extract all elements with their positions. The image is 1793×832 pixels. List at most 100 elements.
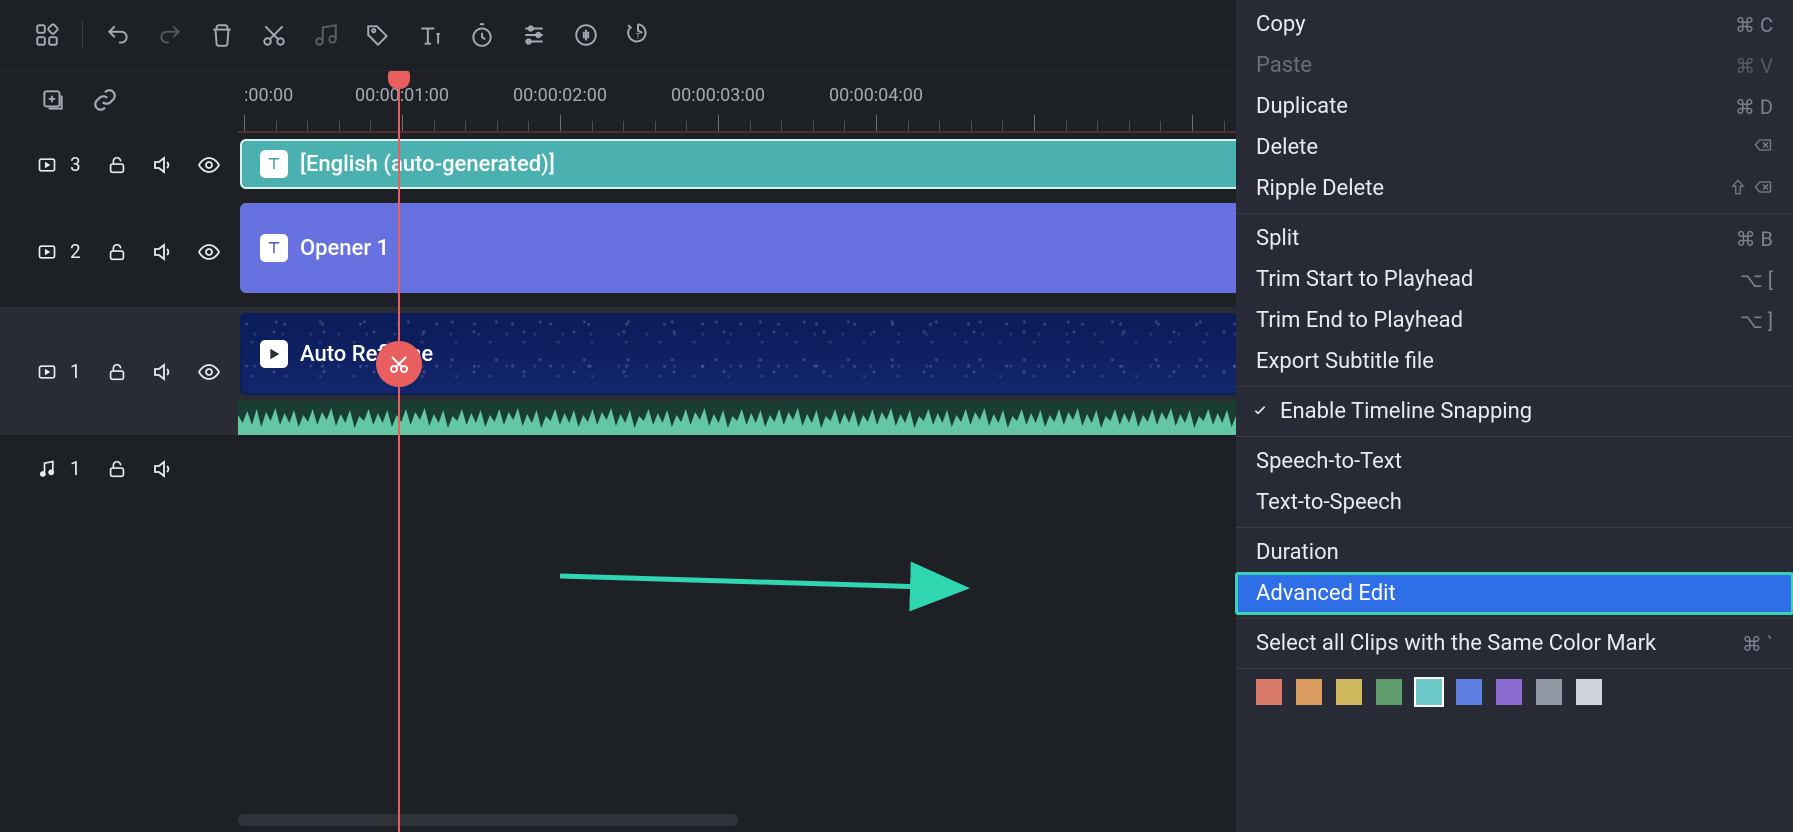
voice-icon[interactable] [567, 16, 605, 54]
menu-item-ripple-delete[interactable]: Ripple Delete [1236, 168, 1793, 209]
delete-icon[interactable] [203, 16, 241, 54]
track-number: 3 [70, 153, 84, 176]
menu-item-duplicate[interactable]: Duplicate ⌘ D [1236, 86, 1793, 127]
video-track-icon [34, 152, 60, 178]
track-header-3: 3 [0, 133, 238, 195]
cut-icon[interactable] [255, 16, 293, 54]
menu-item-label: Delete [1256, 135, 1318, 160]
track-number: 2 [70, 240, 84, 263]
audio-track-icon [34, 456, 60, 482]
eye-icon[interactable] [196, 239, 222, 265]
redo-icon[interactable] [151, 16, 189, 54]
link-icon[interactable] [92, 87, 118, 117]
menu-item-label: Duration [1256, 540, 1339, 565]
menu-item-export-subtitle-file[interactable]: Export Subtitle file [1236, 341, 1793, 382]
menu-item-label: Trim End to Playhead [1256, 308, 1463, 333]
menu-item-copy[interactable]: Copy⌘ C [1236, 4, 1793, 45]
track-header-2: 2 [0, 195, 238, 307]
apps-icon[interactable] [28, 16, 66, 54]
menu-item-label: Trim Start to Playhead [1256, 267, 1473, 292]
menu-item-speech-to-text[interactable]: Speech-to-Text [1236, 441, 1793, 482]
menu-item-enable-timeline-snapping[interactable]: Enable Timeline Snapping [1236, 391, 1793, 432]
ruler-timecode: 00:00:04:00 [829, 85, 923, 106]
menu-shortcut: ⌘ ` [1742, 632, 1773, 656]
svg-text:T: T [636, 31, 641, 40]
undo-icon[interactable] [99, 16, 137, 54]
lock-icon[interactable] [104, 152, 130, 178]
menu-item-duration[interactable]: Duration [1236, 532, 1793, 573]
menu-item-label: Select all Clips with the Same Color Mar… [1256, 631, 1656, 656]
video-track-icon [34, 239, 60, 265]
swatch[interactable] [1256, 679, 1282, 705]
check-icon [1252, 399, 1270, 424]
clip-label: [English (auto-generated)] [300, 152, 555, 177]
clip-label: Opener 1 [300, 236, 389, 261]
menu-item-trim-start-to-playhead[interactable]: Trim Start to Playhead ⌥ [ [1236, 259, 1793, 300]
menu-item-label: Export Subtitle file [1256, 349, 1434, 374]
music-icon[interactable] [307, 16, 345, 54]
menu-item-select-all-clips-with-the-same-color-mark[interactable]: Select all Clips with the Same Color Mar… [1236, 623, 1793, 664]
swatch[interactable] [1456, 679, 1482, 705]
menu-item-label: Paste [1256, 53, 1312, 78]
separator [82, 21, 83, 49]
track-header-audio: 1 [0, 435, 238, 501]
track-number: 1 [70, 360, 84, 383]
track-headers: 3 2 1 1 [0, 71, 238, 832]
menu-item-trim-end-to-playhead[interactable]: Trim End to Playhead ⌥ ] [1236, 300, 1793, 341]
sliders-icon[interactable] [515, 16, 553, 54]
playhead[interactable] [398, 71, 400, 832]
text-badge-icon [260, 150, 288, 178]
menu-shortcut [1729, 177, 1773, 201]
menu-shortcut: ⌥ [ [1740, 268, 1773, 292]
menu-item-paste: Paste ⌘ V [1236, 45, 1793, 86]
menu-item-label: Advanced Edit [1256, 581, 1396, 606]
menu-item-label: Duplicate [1256, 94, 1348, 119]
swatch[interactable] [1576, 679, 1602, 705]
track-number: 1 [70, 457, 84, 480]
scrollbar-thumb[interactable] [238, 814, 738, 826]
menu-item-label: Copy [1256, 12, 1306, 37]
menu-item-label: Ripple Delete [1256, 176, 1384, 201]
speaker-icon[interactable] [150, 456, 176, 482]
menu-item-label: Text-to-Speech [1256, 490, 1402, 515]
swatch[interactable] [1376, 679, 1402, 705]
color-swatches [1236, 669, 1793, 721]
duration-icon[interactable]: T [619, 16, 657, 54]
ruler-timecode: 00:00:02:00 [513, 85, 607, 106]
play-badge-icon [260, 340, 288, 368]
track-header-1: 1 [0, 307, 238, 435]
menu-item-advanced-edit[interactable]: Advanced Edit [1236, 573, 1793, 614]
lock-icon[interactable] [104, 456, 130, 482]
text-icon[interactable] [411, 16, 449, 54]
lock-icon[interactable] [104, 359, 130, 385]
menu-item-split[interactable]: Split ⌘ B [1236, 218, 1793, 259]
menu-shortcut [1753, 135, 1773, 160]
text-badge-icon [260, 234, 288, 262]
speaker-icon[interactable] [150, 152, 176, 178]
menu-item-delete[interactable]: Delete [1236, 127, 1793, 168]
ruler-timecode: :00:00 [244, 85, 293, 106]
menu-shortcut: ⌥ ] [1740, 309, 1773, 333]
swatch[interactable] [1536, 679, 1562, 705]
swatch[interactable] [1296, 679, 1322, 705]
menu-item-label: Speech-to-Text [1256, 449, 1402, 474]
playhead-cut-icon[interactable] [376, 341, 422, 387]
menu-shortcut: ⌘ D [1735, 95, 1773, 119]
eye-icon[interactable] [196, 152, 222, 178]
speaker-icon[interactable] [150, 359, 176, 385]
ruler-timecode: 00:00:03:00 [671, 85, 765, 106]
swatch[interactable] [1496, 679, 1522, 705]
menu-item-text-to-speech[interactable]: Text-to-Speech [1236, 482, 1793, 523]
menu-item-label: Enable Timeline Snapping [1280, 399, 1532, 424]
eye-icon[interactable] [196, 359, 222, 385]
menu-item-label: Split [1256, 226, 1299, 251]
swatch[interactable] [1416, 679, 1442, 705]
add-track-icon[interactable] [40, 87, 66, 117]
menu-shortcut: ⌘ V [1735, 54, 1773, 78]
lock-icon[interactable] [104, 239, 130, 265]
menu-shortcut: ⌘ B [1736, 227, 1773, 251]
stopwatch-icon[interactable] [463, 16, 501, 54]
swatch[interactable] [1336, 679, 1362, 705]
tag-icon[interactable] [359, 16, 397, 54]
speaker-icon[interactable] [150, 239, 176, 265]
